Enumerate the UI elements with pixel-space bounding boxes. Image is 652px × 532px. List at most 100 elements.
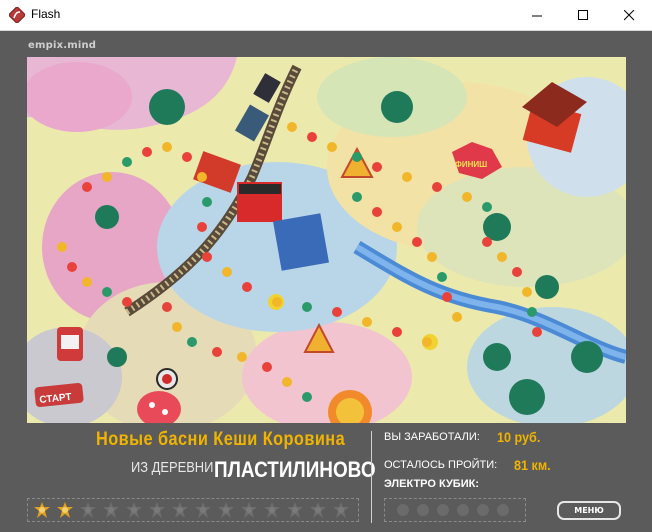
- board-dot: [172, 322, 182, 332]
- earned-value: 10 руб.: [497, 429, 541, 445]
- star-empty-icon: [310, 502, 326, 518]
- dice-dot: [477, 504, 489, 516]
- board-dot: [372, 162, 382, 172]
- board-dot: [67, 262, 77, 272]
- star-empty-icon: [172, 502, 188, 518]
- board-dot: [82, 277, 92, 287]
- board-dot: [162, 302, 172, 312]
- star-empty-icon: [241, 502, 257, 518]
- star-empty-icon: [264, 502, 280, 518]
- board-dot: [422, 337, 432, 347]
- board-dot: [82, 182, 92, 192]
- board-dot: [222, 267, 232, 277]
- board-dot: [282, 377, 292, 387]
- dice-dot: [457, 504, 469, 516]
- dice-dot: [397, 504, 409, 516]
- dice-label: ЭЛЕКТРО КУБИК:: [384, 478, 479, 490]
- board-dot: [392, 222, 402, 232]
- window-titlebar: Flash: [0, 0, 652, 31]
- board-dot: [482, 202, 492, 212]
- board-dot: [272, 297, 282, 307]
- board-dot: [202, 252, 212, 262]
- board-dot: [187, 337, 197, 347]
- board-dot: [237, 352, 247, 362]
- menu-button[interactable]: МЕНЮ: [557, 501, 621, 520]
- remaining-label: ОСТАЛОСЬ ПРОЙТИ:: [384, 459, 498, 471]
- game-title: Новые басни Кеши Коровина: [96, 429, 346, 450]
- game-subtitle-big: ПЛАСТИЛИНОВО: [214, 457, 376, 482]
- board-dot: [102, 287, 112, 297]
- board-dot: [197, 222, 207, 232]
- star-earned-icon: [34, 502, 50, 518]
- dice-dot: [437, 504, 449, 516]
- star-empty-icon: [287, 502, 303, 518]
- window-title: Flash: [31, 7, 61, 21]
- close-button[interactable]: [606, 0, 652, 31]
- board-dot: [512, 267, 522, 277]
- board-dot: [372, 207, 382, 217]
- board-dot: [327, 142, 337, 152]
- board-dot: [392, 327, 402, 337]
- board-dot: [332, 307, 342, 317]
- divider: [371, 431, 372, 523]
- star-empty-icon: [149, 502, 165, 518]
- minimize-button[interactable]: [514, 0, 560, 31]
- star-empty-icon: [218, 502, 234, 518]
- board-dot: [122, 297, 132, 307]
- board-dot: [302, 302, 312, 312]
- board-dot: [437, 272, 447, 282]
- board-dot: [262, 362, 272, 372]
- brand-logo: empix.mind: [28, 40, 97, 51]
- star-empty-icon: [195, 502, 211, 518]
- maximize-button[interactable]: [560, 0, 606, 31]
- board-dot: [212, 347, 222, 357]
- maximize-icon: [577, 10, 588, 20]
- board-dot: [202, 197, 212, 207]
- board-dot: [122, 157, 132, 167]
- board-dot: [242, 282, 252, 292]
- earned-label: ВЫ ЗАРАБОТАЛИ:: [384, 431, 480, 443]
- progress-stars: [27, 498, 359, 522]
- board-sign: ФИНИШ: [455, 160, 487, 169]
- game-subtitle-small: ИЗ ДЕРЕВНИ: [131, 459, 214, 476]
- electro-dice[interactable]: [384, 498, 526, 522]
- game-board[interactable]: ФИНИШ СТАРТ: [27, 57, 626, 423]
- flash-stage: empix.mind ФИНИШ СТАРТ Новые басни Кеши …: [0, 31, 652, 532]
- flash-app-icon: [9, 7, 25, 23]
- dice-dot: [497, 504, 509, 516]
- board-dot: [352, 192, 362, 202]
- star-earned-icon: [57, 502, 73, 518]
- board-dot: [522, 287, 532, 297]
- board-dot: [532, 327, 542, 337]
- remaining-value: 81 км.: [514, 457, 551, 473]
- board-dot: [162, 142, 172, 152]
- board-dot: [102, 172, 112, 182]
- board-dot: [497, 252, 507, 262]
- star-empty-icon: [103, 502, 119, 518]
- board-illustration: ФИНИШ СТАРТ: [27, 57, 626, 423]
- board-dot: [287, 122, 297, 132]
- board-dot: [197, 172, 207, 182]
- board-dot: [352, 152, 362, 162]
- board-dot: [432, 182, 442, 192]
- board-dot: [362, 317, 372, 327]
- board-dot: [527, 307, 537, 317]
- board-dot: [57, 242, 67, 252]
- board-dot: [182, 152, 192, 162]
- board-dot: [482, 237, 492, 247]
- board-dot: [142, 147, 152, 157]
- star-empty-icon: [80, 502, 96, 518]
- minimize-icon: [531, 15, 542, 17]
- board-dot: [307, 132, 317, 142]
- board-dot: [427, 252, 437, 262]
- board-dot: [402, 172, 412, 182]
- board-dot: [462, 192, 472, 202]
- dice-dot: [417, 504, 429, 516]
- board-dot: [442, 292, 452, 302]
- star-empty-icon: [333, 502, 349, 518]
- board-dot: [302, 392, 312, 402]
- board-dot: [412, 237, 422, 247]
- board-dot: [452, 312, 462, 322]
- close-icon: [623, 10, 634, 21]
- star-empty-icon: [126, 502, 142, 518]
